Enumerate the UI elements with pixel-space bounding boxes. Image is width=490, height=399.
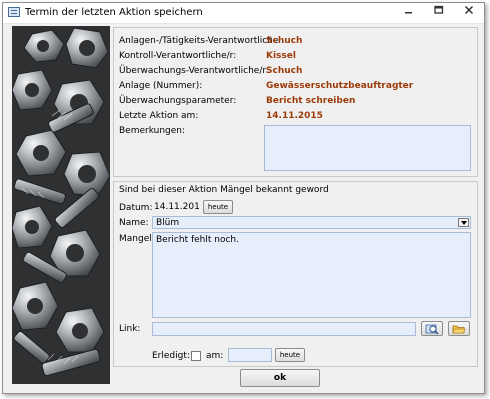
defects-heading: Sind bei dieser Aktion Mängel bekannt ge… [119,185,329,195]
value-kontroll-verantwortliche: Kissel [266,51,296,61]
value-anlagen-verantwortliche: Schuch [266,36,303,46]
value-letzte-aktion: 14.11.2015 [266,111,323,121]
screws-nuts-photo [12,26,110,384]
name-combobox[interactable]: Blüm [152,216,471,229]
link-search-button[interactable] [421,321,443,336]
maximize-button[interactable] [426,5,452,20]
minimize-button[interactable] [396,5,422,20]
label-ueberwachungs-verantwortliche: Überwachungs-Verantwortliche/r: [119,66,269,76]
label-bemerkungen: Bemerkungen: [119,126,186,136]
chevron-down-icon[interactable] [458,218,469,227]
erledigt-checkbox[interactable] [191,351,201,361]
title-bar: Termin der letzten Aktion speichern [3,3,484,24]
hardware-image [12,26,110,384]
label-letzte-aktion: Letzte Aktion am: [119,111,199,121]
label-anlage-nummer: Anlage (Nummer): [119,81,203,91]
label-kontroll-verantwortliche: Kontroll-Verantwortliche/r: [119,51,237,61]
minimize-icon [405,12,412,14]
value-ueberwachungsparameter: Bericht schreiben [266,96,356,106]
form-icon [8,7,20,17]
ok-button[interactable]: ok [240,369,320,387]
maximize-icon [434,5,444,14]
label-ueberwachungsparameter: Überwachungsparameter: [119,96,237,106]
am-heute-button[interactable]: heute [275,348,305,362]
close-icon [464,5,474,15]
link-open-folder-button[interactable] [448,321,470,336]
details-panel: Anlagen-/Tätigkeits-Verantwortliche Schu… [113,27,478,177]
value-anlage-nummer: Gewässerschutzbeauftragter [266,81,414,91]
label-mangel: Mangel: [119,234,155,244]
name-combobox-value: Blüm [156,218,180,228]
dialog-window: Termin der letzten Aktion speichern Anla… [2,2,485,394]
label-link: Link: [119,324,141,334]
label-datum: Datum: [119,203,153,213]
label-erledigt: Erledigt: [152,351,190,361]
search-icon [425,324,439,335]
am-date-field[interactable] [228,348,272,362]
bemerkungen-field[interactable] [264,125,471,171]
defects-panel: Sind bei dieser Aktion Mängel bekannt ge… [113,181,478,367]
mangel-field[interactable]: Bericht fehlt noch. [152,232,471,318]
datum-field[interactable]: 14.11.2015 [152,200,200,214]
value-ueberwachungs-verantwortliche: Schuch [266,66,303,76]
folder-icon [452,325,466,334]
window-title: Termin der letzten Aktion speichern [25,7,203,18]
label-am: am: [206,351,224,361]
label-anlagen-verantwortliche: Anlagen-/Tätigkeits-Verantwortliche [119,36,279,46]
label-name: Name: [119,218,149,228]
close-button[interactable] [456,5,482,20]
link-field[interactable] [152,322,416,336]
datum-heute-button[interactable]: heute [203,200,233,214]
